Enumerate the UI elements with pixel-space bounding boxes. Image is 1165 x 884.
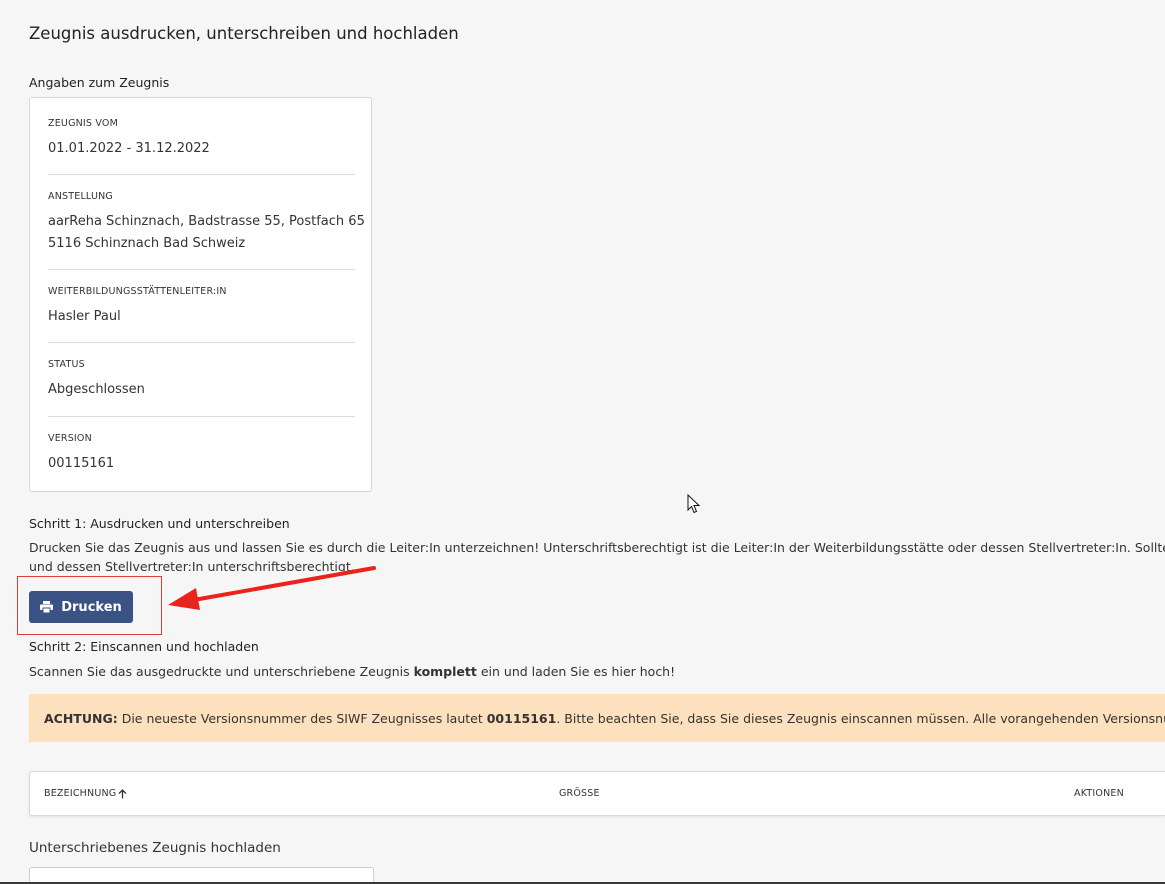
column-header-size[interactable]: GRÖSSE	[559, 788, 600, 799]
step2-text-before: Scannen Sie das ausgedruckte und untersc…	[29, 664, 414, 679]
field-label: ANSTELLUNG	[48, 191, 113, 202]
field-value: 00115161	[48, 456, 115, 471]
alert-text-after: . Bitte beachten Sie, dass Sie dieses Ze…	[556, 710, 1165, 726]
field-label: WEITERBILDUNGSSTÄTTENLEITER:IN	[48, 286, 227, 297]
field-value: aarReha Schinznach, Badstrasse 55, Postf…	[48, 211, 365, 255]
step1-heading: Schritt 1: Ausdrucken und unterschreiben	[29, 516, 290, 531]
details-section-label: Angaben zum Zeugnis	[29, 75, 170, 90]
alert-text-before: Die neueste Versionsnummer des SIWF Zeug…	[117, 710, 487, 726]
alert-version: 00115161	[486, 710, 557, 726]
column-header-label: BEZEICHNUNG	[44, 788, 117, 799]
printer-icon	[40, 601, 54, 613]
field-period: ZEUGNIS VOM 01.01.2022 - 31.12.2022	[48, 118, 355, 160]
step2-text-after: ein und laden Sie es hier hoch!	[476, 664, 676, 679]
field-employment: ANSTELLUNG aarReha Schinznach, Badstrass…	[48, 191, 365, 255]
page-title: Zeugnis ausdrucken, unterschreiben und h…	[29, 24, 459, 43]
field-value-line1: aarReha Schinznach, Badstrasse 55, Postf…	[48, 214, 365, 229]
field-status: STATUS Abgeschlossen	[48, 359, 355, 401]
step2-text-bold: komplett	[413, 664, 477, 679]
field-label: ZEUGNIS VOM	[48, 118, 118, 129]
certificate-details-card: ZEUGNIS VOM 01.01.2022 - 31.12.2022 ANST…	[29, 97, 372, 492]
column-header-name[interactable]: BEZEICHNUNG	[44, 788, 127, 799]
step2-heading: Schritt 2: Einscannen und hochladen	[29, 639, 259, 654]
column-header-label: AKTIONEN	[1074, 788, 1124, 799]
field-director: WEITERBILDUNGSSTÄTTENLEITER:IN Hasler Pa…	[48, 286, 355, 328]
print-button[interactable]: Drucken	[29, 591, 133, 623]
divider	[48, 416, 355, 417]
print-button-label: Drucken	[61, 599, 122, 615]
column-header-label: GRÖSSE	[559, 788, 600, 799]
arrow-up-icon	[118, 788, 127, 798]
field-label: STATUS	[48, 359, 85, 370]
mouse-cursor-icon	[687, 494, 701, 514]
step1-text-line1: Drucken Sie das Zeugnis aus und lassen S…	[29, 540, 1165, 555]
field-value-line2: 5116 Schinznach Bad Schweiz	[48, 236, 246, 251]
version-alert: ACHTUNG: Die neueste Versionsnummer des …	[29, 694, 1165, 742]
field-label: VERSION	[48, 433, 92, 444]
annotation-arrow-icon	[168, 566, 376, 610]
field-value: 01.01.2022 - 31.12.2022	[48, 141, 210, 156]
field-value: Abgeschlossen	[48, 382, 145, 397]
documents-table: BEZEICHNUNG GRÖSSE AKTIONEN	[29, 771, 1165, 816]
field-value: Hasler Paul	[48, 309, 121, 324]
divider	[48, 342, 355, 343]
divider	[48, 174, 355, 175]
divider	[48, 269, 355, 270]
step2-text: Scannen Sie das ausgedruckte und untersc…	[29, 661, 675, 682]
upload-label: Unterschriebenes Zeugnis hochladen	[29, 840, 281, 856]
page: Zeugnis ausdrucken, unterschreiben und h…	[0, 0, 1165, 884]
alert-label: ACHTUNG:	[44, 710, 118, 726]
column-header-actions: AKTIONEN	[1074, 788, 1124, 799]
field-version: VERSION 00115161	[48, 433, 355, 475]
